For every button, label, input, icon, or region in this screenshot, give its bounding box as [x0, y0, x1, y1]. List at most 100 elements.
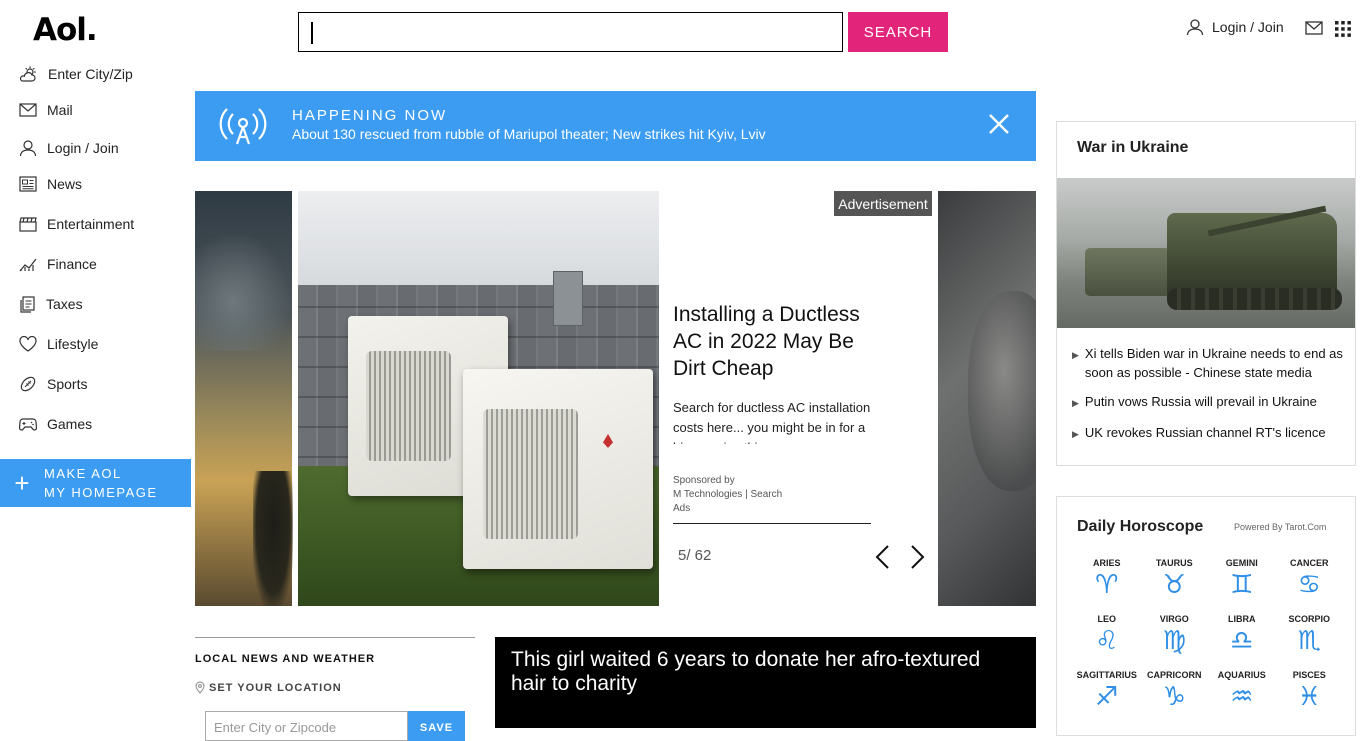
sponsor-name[interactable]: M Technologies | Search Ads: [673, 489, 782, 514]
zodiac-aries[interactable]: ARIES ♈: [1073, 558, 1141, 598]
headline-text: UK revokes Russian channel RT's licence: [1084, 425, 1326, 440]
make-homepage-button[interactable]: + MAKE AOL MY HOMEPAGE: [0, 459, 191, 507]
close-icon[interactable]: [988, 113, 1010, 135]
search-input[interactable]: [298, 12, 843, 52]
zodiac-name: CAPRICORN: [1146, 670, 1202, 680]
happening-now-banner[interactable]: HAPPENING NOW About 130 rescued from rub…: [195, 91, 1036, 161]
sidebar-item-news[interactable]: News: [0, 164, 191, 204]
text-caret: [311, 22, 313, 44]
zodiac-grid: ARIES ♈ TAURUS ♉ GEMINI ♊ CANCER ♋ LEO ♌ VIRG…: [1073, 558, 1343, 710]
ukraine-news-image[interactable]: [1057, 178, 1355, 328]
football-icon: [20, 376, 36, 392]
search-button[interactable]: SEARCH: [848, 12, 948, 52]
zodiac-sagittarius[interactable]: SAGITTARIUS ♐: [1073, 670, 1141, 710]
list-item[interactable]: ▶ UK revokes Russian channel RT's licence: [1072, 423, 1347, 444]
triangle-bullet-icon: ▶: [1072, 350, 1079, 360]
zodiac-name: AQUARIUS: [1217, 670, 1266, 680]
sidebar-item-label: Mail: [47, 102, 73, 118]
previous-slide-thumbnail[interactable]: [195, 191, 293, 606]
taurus-icon: ♉: [1162, 570, 1186, 600]
gamepad-icon: [19, 418, 37, 431]
libra-icon: ♎: [1230, 626, 1254, 656]
next-slide-thumbnail[interactable]: [938, 191, 1036, 606]
ad-description: Search for ductless AC installation cost…: [673, 400, 871, 444]
sidebar-item-label: Login / Join: [47, 140, 119, 156]
zodiac-gemini[interactable]: GEMINI ♊: [1208, 558, 1276, 598]
make-homepage-line2: MY HOMEPAGE: [44, 485, 158, 500]
zodiac-name: SAGITTARIUS: [1076, 670, 1137, 680]
heart-icon: [19, 336, 37, 352]
mail-icon: [19, 103, 37, 117]
zodiac-name: PISCES: [1292, 670, 1326, 680]
user-icon: [1186, 19, 1204, 36]
sidebar-item-label: Lifestyle: [47, 336, 99, 352]
chevron-left-icon[interactable]: [873, 544, 893, 570]
zodiac-libra[interactable]: LIBRA ♎: [1208, 614, 1276, 654]
zodiac-leo[interactable]: LEO ♌: [1073, 614, 1141, 654]
apps-grid-icon[interactable]: [1334, 20, 1352, 38]
virgo-icon: ♍: [1162, 626, 1186, 656]
sidebar-item-mail[interactable]: Mail: [0, 88, 191, 132]
header-login-label: Login / Join: [1212, 19, 1284, 35]
zodiac-name: ARIES: [1092, 558, 1121, 568]
local-news-title: LOCAL NEWS AND WEATHER: [195, 653, 376, 665]
set-location-link[interactable]: SET YOUR LOCATION: [195, 681, 475, 694]
zodiac-name: TAURUS: [1155, 558, 1193, 568]
sidebar-item-label: Entertainment: [47, 216, 135, 232]
aquarius-icon: ♒: [1230, 682, 1254, 712]
sidebar-item-login[interactable]: Login / Join: [0, 132, 191, 164]
ad-title[interactable]: Installing a Ductless AC in 2022 May Be …: [673, 301, 873, 382]
pisces-icon: ♓: [1297, 682, 1321, 712]
powered-by-label[interactable]: Powered By Tarot.Com: [1234, 522, 1326, 532]
list-item[interactable]: ▶ Putin vows Russia will prevail in Ukrai…: [1072, 392, 1347, 413]
zodiac-scorpio[interactable]: SCORPIO ♏: [1276, 614, 1344, 654]
sidebar-item-weather[interactable]: Enter City/Zip: [0, 60, 191, 88]
news-icon: [19, 176, 37, 192]
save-location-button[interactable]: SAVE: [408, 711, 465, 741]
make-homepage-line1: MAKE AOL: [44, 466, 122, 481]
scorpio-icon: ♏: [1297, 626, 1321, 656]
local-news-widget: LOCAL NEWS AND WEATHER SET YOUR LOCATION…: [195, 637, 475, 741]
sidebar-item-taxes[interactable]: Taxes: [0, 284, 191, 324]
video-title[interactable]: This girl waited 6 years to donate her a…: [511, 648, 1021, 696]
video-player[interactable]: This girl waited 6 years to donate her a…: [495, 637, 1036, 728]
mail-icon[interactable]: [1305, 20, 1323, 36]
list-item[interactable]: ▶ Xi tells Biden war in Ukraine needs to …: [1072, 344, 1347, 382]
slide-counter: 5/ 62: [678, 547, 712, 564]
sidebar-item-sports[interactable]: Sports: [0, 364, 191, 404]
aol-logo[interactable]: Aol.: [33, 12, 98, 48]
zodiac-cancer[interactable]: CANCER ♋: [1276, 558, 1344, 598]
happening-headline[interactable]: About 130 rescued from rubble of Mariupo…: [292, 126, 766, 142]
sidebar-item-games[interactable]: Games: [0, 404, 191, 444]
ad-text-block: Installing a Ductless AC in 2022 May Be …: [673, 301, 873, 444]
ad-image[interactable]: [298, 191, 659, 606]
zodiac-pisces[interactable]: PISCES ♓: [1276, 670, 1344, 710]
sidebar-item-entertainment[interactable]: Entertainment: [0, 204, 191, 244]
zipcode-input[interactable]: Enter City or Zipcode: [205, 711, 408, 741]
sidebar-item-label: Taxes: [46, 296, 83, 312]
headline-text: Xi tells Biden war in Ukraine needs to e…: [1084, 346, 1343, 380]
ad-sponsor: Sponsored by M Technologies | Search Ads: [673, 474, 798, 516]
zodiac-capricorn[interactable]: CAPRICORN ♑: [1141, 670, 1209, 710]
zodiac-name: VIRGO: [1159, 614, 1189, 624]
zodiac-name: SCORPIO: [1288, 614, 1330, 624]
documents-icon: [20, 295, 35, 313]
left-sidebar: Enter City/Zip Mail Login / Join News En…: [0, 60, 191, 444]
zodiac-name: CANCER: [1289, 558, 1329, 568]
headline-text: Putin vows Russia will prevail in Ukrain…: [1084, 394, 1317, 409]
aries-icon: ♈: [1095, 570, 1119, 600]
zodiac-aquarius[interactable]: AQUARIUS ♒: [1208, 670, 1276, 710]
zodiac-virgo[interactable]: VIRGO ♍: [1141, 614, 1209, 654]
triangle-bullet-icon: ▶: [1072, 429, 1079, 439]
sidebar-item-finance[interactable]: Finance: [0, 244, 191, 284]
chevron-right-icon[interactable]: [907, 544, 927, 570]
happening-kicker: HAPPENING NOW: [292, 107, 448, 124]
ukraine-module-title[interactable]: War in Ukraine: [1077, 139, 1188, 157]
header-login-link[interactable]: Login / Join: [1186, 18, 1284, 36]
sidebar-item-label: News: [47, 176, 83, 192]
sidebar-item-lifestyle[interactable]: Lifestyle: [0, 324, 191, 364]
plus-icon: +: [14, 467, 30, 498]
zodiac-taurus[interactable]: TAURUS ♉: [1141, 558, 1209, 598]
featured-carousel: Installing a Ductless AC in 2022 May Be …: [195, 191, 1036, 606]
zodiac-name: GEMINI: [1225, 558, 1258, 568]
